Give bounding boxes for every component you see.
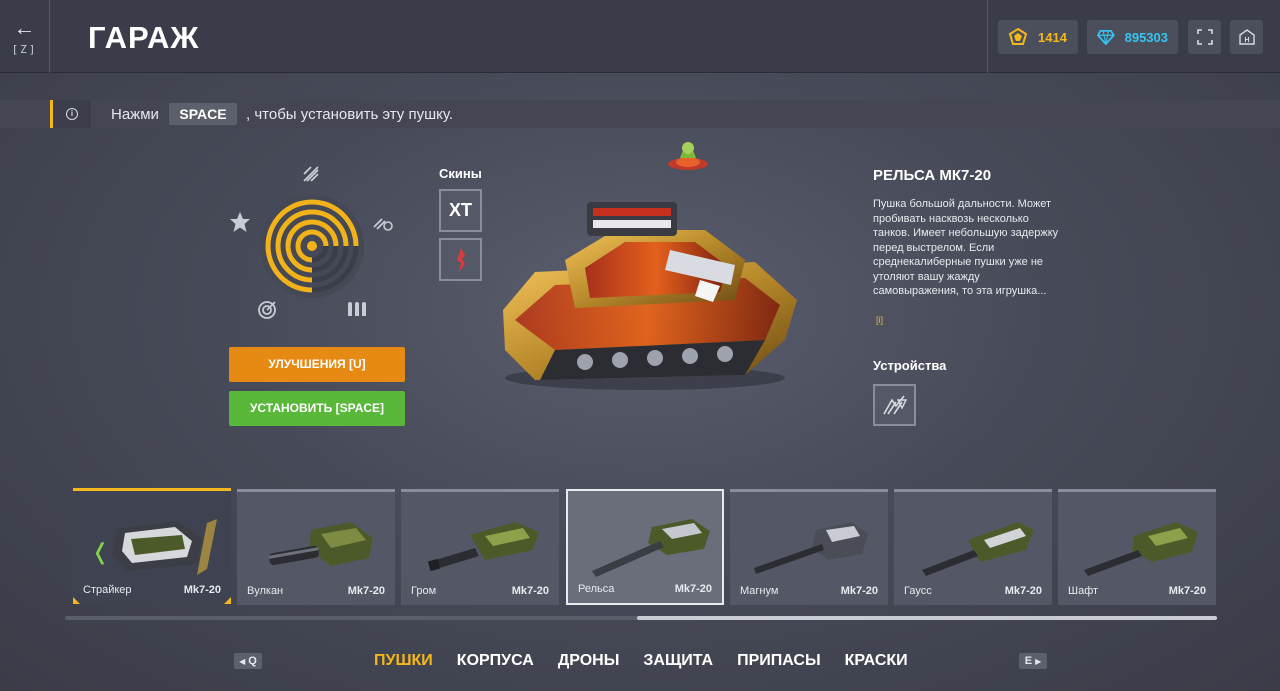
hint-text-before: Нажми — [111, 106, 159, 123]
star-icon — [229, 211, 251, 233]
turret-level: Mk7-20 — [511, 585, 549, 597]
turret-carousel: ❬ Страйкер Mk7-20 Вулкан Mk7-20 Гром Mk7… — [63, 484, 1217, 608]
turret-card-striker[interactable]: ❬ Страйкер Mk7-20 — [73, 488, 231, 604]
turret-level: Mk7-20 — [840, 585, 878, 597]
turret-card-railgun[interactable]: Рельса Mk7-20 — [566, 489, 724, 605]
skin-xt[interactable]: ХТ — [439, 189, 482, 232]
ammo-icon — [346, 297, 368, 319]
install-button[interactable]: УСТАНОВИТЬ [SPACE] — [229, 391, 405, 426]
turret-level: Mk7-20 — [674, 583, 712, 595]
tab-turrets[interactable]: ПУШКИ — [374, 652, 433, 670]
turret-name: Гаусс — [904, 585, 932, 597]
tab-drones[interactable]: ДРОНЫ — [558, 652, 620, 670]
turret-name: Рельса — [578, 583, 615, 595]
page-title: ГАРАЖ — [88, 20, 200, 55]
accuracy-icon — [256, 299, 278, 321]
turret-name: Страйкер — [83, 584, 132, 596]
item-more-info[interactable]: [i] — [876, 315, 883, 325]
fullscreen-icon — [1196, 29, 1213, 45]
home-hotkey: H — [1244, 37, 1249, 44]
turret-level: Mk7-20 — [347, 585, 385, 597]
corner-marker — [73, 597, 80, 604]
turret-card-magnum[interactable]: Магнум Mk7-20 — [730, 489, 888, 605]
turret-name: Шафт — [1068, 585, 1099, 597]
tab-protection[interactable]: ЗАЩИТА — [643, 652, 713, 670]
fullscreen-button[interactable] — [1188, 20, 1221, 54]
turret-level: Mk7-20 — [1004, 585, 1042, 597]
drone-icon — [668, 142, 708, 170]
turret-image — [268, 522, 373, 566]
turret-level: Mk7-20 — [1168, 585, 1206, 597]
upgrades-button[interactable]: УЛУЧШЕНИЯ [U] — [229, 347, 405, 382]
turret-name: Вулкан — [247, 585, 284, 597]
arrow-left-icon: ◀ — [239, 656, 246, 666]
turret-image — [754, 522, 868, 574]
turret-image — [427, 522, 539, 572]
turret-card-thunder[interactable]: Гром Mk7-20 — [401, 489, 559, 605]
category-tabs: ПУШКИ КОРПУСА ДРОНЫ ЗАЩИТА ПРИПАСЫ КРАСК… — [374, 652, 908, 670]
crystals-counter[interactable]: 1414 — [998, 20, 1078, 54]
back-hotkey: [Z] — [11, 43, 38, 56]
home-icon: H — [1238, 29, 1255, 45]
hint-bar: i Нажми SPACE , чтобы установить эту пуш… — [0, 100, 1280, 128]
turret-preview — [503, 202, 797, 390]
item-title: РЕЛЬСА МК7-20 — [873, 167, 992, 184]
skin-legacy[interactable] — [439, 238, 482, 281]
skins-label: Скины — [439, 166, 482, 181]
reload-icon — [372, 212, 394, 234]
crystal-icon — [1008, 27, 1028, 45]
next-tab-hotkey: E — [1024, 655, 1033, 667]
diamonds-value: 895303 — [1124, 29, 1168, 45]
turret-image — [1084, 522, 1198, 576]
turret-image — [922, 522, 1034, 576]
turret-card-gauss[interactable]: Гаусс Mk7-20 — [894, 489, 1052, 605]
tab-hulls[interactable]: КОРПУСА — [457, 652, 534, 670]
info-icon: i — [66, 108, 78, 120]
turret-name: Магнум — [740, 585, 779, 597]
next-tab-button[interactable]: E ▶ — [1019, 653, 1047, 669]
stats-wheel — [260, 194, 364, 298]
prev-tab-button[interactable]: ◀ Q — [234, 653, 262, 669]
hint-info: i — [53, 100, 91, 128]
turret-image — [112, 519, 217, 575]
arrow-right-icon: ▶ — [1035, 656, 1042, 666]
tab-paints[interactable]: КРАСКИ — [845, 652, 908, 670]
diamonds-counter[interactable]: 895303 — [1087, 20, 1178, 54]
prev-tab-hotkey: Q — [248, 655, 257, 667]
header-divider — [987, 0, 988, 73]
skin-legacy-icon — [456, 247, 465, 272]
hint-key: SPACE — [169, 103, 237, 125]
turret-image — [592, 519, 710, 577]
turret-level: Mk7-20 — [183, 584, 221, 596]
back-button[interactable]: ← [Z] — [0, 0, 50, 73]
top-bar: ← [Z] ГАРАЖ 1414 895303 H — [0, 0, 1280, 73]
tab-supplies[interactable]: ПРИПАСЫ — [737, 652, 821, 670]
device-slot[interactable] — [873, 384, 916, 426]
corner-marker — [224, 597, 231, 604]
turret-card-vulcan[interactable]: Вулкан Mk7-20 — [237, 489, 395, 605]
carousel-scrollbar-thumb[interactable] — [637, 616, 1217, 620]
item-description: Пушка большой дальности. Может пробивать… — [873, 198, 1059, 297]
turret-card-shaft[interactable]: Шафт Mk7-20 — [1058, 489, 1216, 605]
device-icon — [882, 395, 907, 415]
crystals-value: 1414 — [1038, 29, 1067, 45]
damage-icon — [300, 163, 322, 185]
diamond-icon — [1097, 29, 1115, 46]
hint-text-after: , чтобы установить эту пушку. — [246, 106, 454, 123]
back-arrow-icon: ← — [13, 15, 36, 40]
home-button[interactable]: H — [1230, 20, 1263, 54]
devices-label: Устройства — [873, 358, 947, 373]
turret-name: Гром — [411, 585, 437, 597]
